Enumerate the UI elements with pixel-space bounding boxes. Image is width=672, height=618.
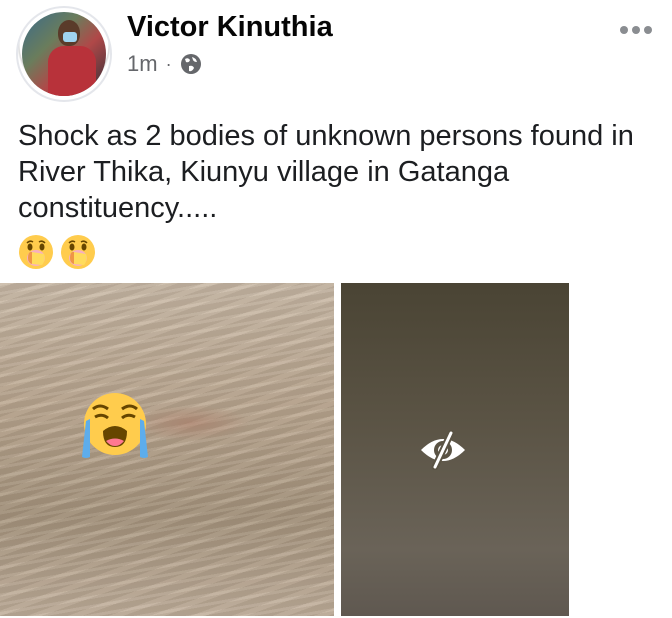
emoji-row (18, 234, 96, 270)
meta-separator: · (165, 53, 172, 74)
post-photo-1[interactable] (0, 283, 334, 616)
loudly-crying-face-emoji-icon (82, 393, 148, 458)
avatar[interactable] (16, 6, 112, 102)
face-with-hand-over-mouth-icon (19, 235, 53, 269)
post-meta: 1m · (127, 50, 202, 78)
post-time[interactable]: 1m (127, 51, 158, 77)
post-photo-2-hidden[interactable] (341, 283, 569, 616)
face-with-hand-over-mouth-icon (61, 235, 95, 269)
author-name[interactable]: Victor Kinuthia (127, 11, 333, 44)
facebook-post: Victor Kinuthia 1m · Shock as 2 bodies o… (0, 0, 672, 618)
more-options-icon[interactable] (620, 26, 652, 34)
avatar-photo (22, 12, 106, 96)
post-text: Shock as 2 bodies of unknown persons fou… (18, 120, 634, 224)
globe-icon[interactable] (180, 53, 202, 75)
eye-slash-icon[interactable] (419, 430, 467, 470)
